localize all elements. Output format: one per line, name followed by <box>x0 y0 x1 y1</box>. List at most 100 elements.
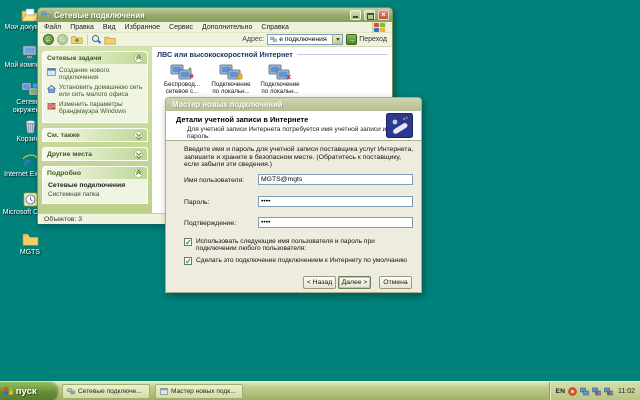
details-title: Сетевые подключения <box>48 182 143 189</box>
chevron-up-icon[interactable] <box>134 169 143 178</box>
folders-button[interactable] <box>104 35 116 45</box>
language-indicator[interactable]: EN <box>556 388 565 395</box>
start-button[interactable]: пуск <box>0 382 57 400</box>
tray-network-offline-icon[interactable]: × <box>604 387 613 396</box>
menu-tools[interactable]: Сервис <box>169 24 193 31</box>
menu-view[interactable]: Вид <box>103 24 116 31</box>
system-tray: EN × × 11:02 <box>549 382 640 400</box>
toolbar: ← → Адрес: е подключения → Переход <box>38 33 392 47</box>
use-credentials-checkbox-row: ✓ Использовать следующие имя пользовател… <box>184 238 412 253</box>
svg-text:×: × <box>286 72 291 81</box>
go-button[interactable]: → Переход <box>346 34 387 45</box>
desktop-icon-mgts[interactable]: MGTS <box>2 230 58 257</box>
wizard-title: Мастер новых подключений <box>172 100 283 109</box>
forward-button[interactable]: → <box>57 34 68 45</box>
default-connection-checkbox-row: ✓ Сделать это подключение подключением к… <box>184 257 412 265</box>
new-connection-icon <box>47 67 56 81</box>
wizard-titlebar[interactable]: Мастер новых подключений <box>166 98 421 111</box>
menu-help[interactable]: Справка <box>261 24 288 31</box>
next-button[interactable]: Далее > <box>338 276 371 289</box>
desktop-icon-label: MGTS <box>2 249 58 257</box>
address-label: Адрес: <box>242 36 264 43</box>
lan-connection-disconnected-icon: × <box>257 63 303 81</box>
taskbar-button-wizard[interactable]: Мастер новых подк... <box>155 384 243 399</box>
search-button[interactable] <box>92 35 101 44</box>
chevron-down-icon[interactable] <box>134 150 143 159</box>
password-label: Пароль: <box>184 199 209 206</box>
menu-file[interactable]: Файл <box>44 24 61 31</box>
folder-icon <box>20 230 40 248</box>
details-section: Подробно Сетевые подключения Системная п… <box>42 166 148 204</box>
connection-wireless[interactable]: Беспровод... сетевое с... <box>159 63 205 95</box>
chevron-down-icon[interactable] <box>134 131 143 140</box>
network-window-icon <box>67 388 75 395</box>
see-also-section: См. также <box>42 128 148 142</box>
window-icon <box>41 11 51 20</box>
firewall-icon <box>47 101 56 115</box>
cancel-button[interactable]: Отмена <box>379 276 412 289</box>
wizard-intro-text: Введите имя и пароль для учетной записи … <box>184 146 416 169</box>
toolbar-separator <box>87 35 88 45</box>
wizard-header: Детали учетной записи в Интернете Для уч… <box>166 111 421 141</box>
task-home-network[interactable]: Установить домашнюю сеть или сеть малого… <box>47 84 144 98</box>
task-firewall-settings[interactable]: Изменить параметры брандмауэра Windows <box>47 101 144 115</box>
default-connection-checkbox[interactable]: ✓ <box>184 257 192 265</box>
address-value: е подключения <box>279 36 330 43</box>
use-credentials-label: Использовать следующие имя пользователя … <box>196 238 412 253</box>
use-credentials-checkbox[interactable]: ✓ <box>184 238 192 246</box>
tray-network-icon[interactable] <box>580 387 589 396</box>
window-title: Сетевые подключения <box>54 11 347 20</box>
details-header[interactable]: Подробно <box>43 167 147 179</box>
connection-lan-2[interactable]: × Подключение по локальн... <box>257 63 303 95</box>
tray-status-icon[interactable] <box>568 387 577 396</box>
confirm-password-label: Подтверждение: <box>184 220 236 227</box>
wizard-phone-icon <box>386 113 413 138</box>
wizard-heading: Детали учетной записи в Интернете <box>176 115 308 124</box>
back-button[interactable]: < Назад <box>303 276 336 289</box>
see-also-header[interactable]: См. также <box>43 129 147 141</box>
go-label: Переход <box>359 36 387 43</box>
wizard-window-icon <box>160 388 168 395</box>
address-icon <box>270 36 277 43</box>
wizard-subheading: Для учетной записи Интернета потребуется… <box>187 126 387 140</box>
taskbar: пуск Сетевые подключе... Мастер новых по… <box>0 381 640 400</box>
maximize-button[interactable] <box>364 10 375 20</box>
default-connection-label: Сделать это подключение подключением к И… <box>196 257 407 265</box>
new-connection-wizard-dialog: Мастер новых подключений Детали учетной … <box>165 97 422 293</box>
details-subtitle: Системная папка <box>48 191 143 198</box>
tray-clock: 11:02 <box>618 388 635 395</box>
content-group-header: ЛВС или высокоскоростной Интернет <box>157 50 388 59</box>
home-network-icon <box>47 84 56 98</box>
other-places-section: Другие места <box>42 147 148 161</box>
minimize-button[interactable] <box>350 10 361 20</box>
task-pane: Сетевые задачи Создание нового подключен… <box>38 47 152 213</box>
chevron-up-icon[interactable] <box>134 54 143 63</box>
network-tasks-section: Сетевые задачи Создание нового подключен… <box>42 51 148 123</box>
go-arrow-icon: → <box>346 34 357 45</box>
confirm-password-field[interactable] <box>258 217 413 228</box>
other-places-header[interactable]: Другие места <box>43 148 147 160</box>
address-combobox[interactable]: е подключения <box>267 34 343 45</box>
back-button[interactable]: ← <box>43 34 54 45</box>
menu-bar: Файл Правка Вид Избранное Сервис Дополни… <box>38 22 392 33</box>
status-text: Объектов: 3 <box>44 216 82 223</box>
tray-network-offline-icon[interactable]: × <box>592 387 601 396</box>
svg-text:×: × <box>607 390 611 396</box>
window-titlebar[interactable]: Сетевые подключения × <box>38 8 392 22</box>
task-new-connection[interactable]: Создание нового подключения <box>47 67 144 81</box>
close-button[interactable]: × <box>378 10 389 20</box>
menu-edit[interactable]: Правка <box>70 24 94 31</box>
username-label: Имя пользователя: <box>184 177 244 184</box>
username-field[interactable] <box>258 174 413 185</box>
menu-favorites[interactable]: Избранное <box>125 24 160 31</box>
address-dropdown-icon[interactable] <box>332 35 342 44</box>
taskbar-button-network-connections[interactable]: Сетевые подключе... <box>62 384 150 399</box>
menu-advanced[interactable]: Дополнительно <box>202 24 252 31</box>
windows-flag-icon <box>4 387 13 396</box>
up-folder-button[interactable] <box>71 34 83 45</box>
wizard-body: Введите имя и пароль для учетной записи … <box>166 141 421 293</box>
connection-lan-1[interactable]: Подключение по локальн... <box>208 63 254 95</box>
password-field[interactable] <box>258 196 413 207</box>
windows-logo-icon <box>372 22 386 33</box>
network-tasks-header[interactable]: Сетевые задачи <box>43 52 147 64</box>
